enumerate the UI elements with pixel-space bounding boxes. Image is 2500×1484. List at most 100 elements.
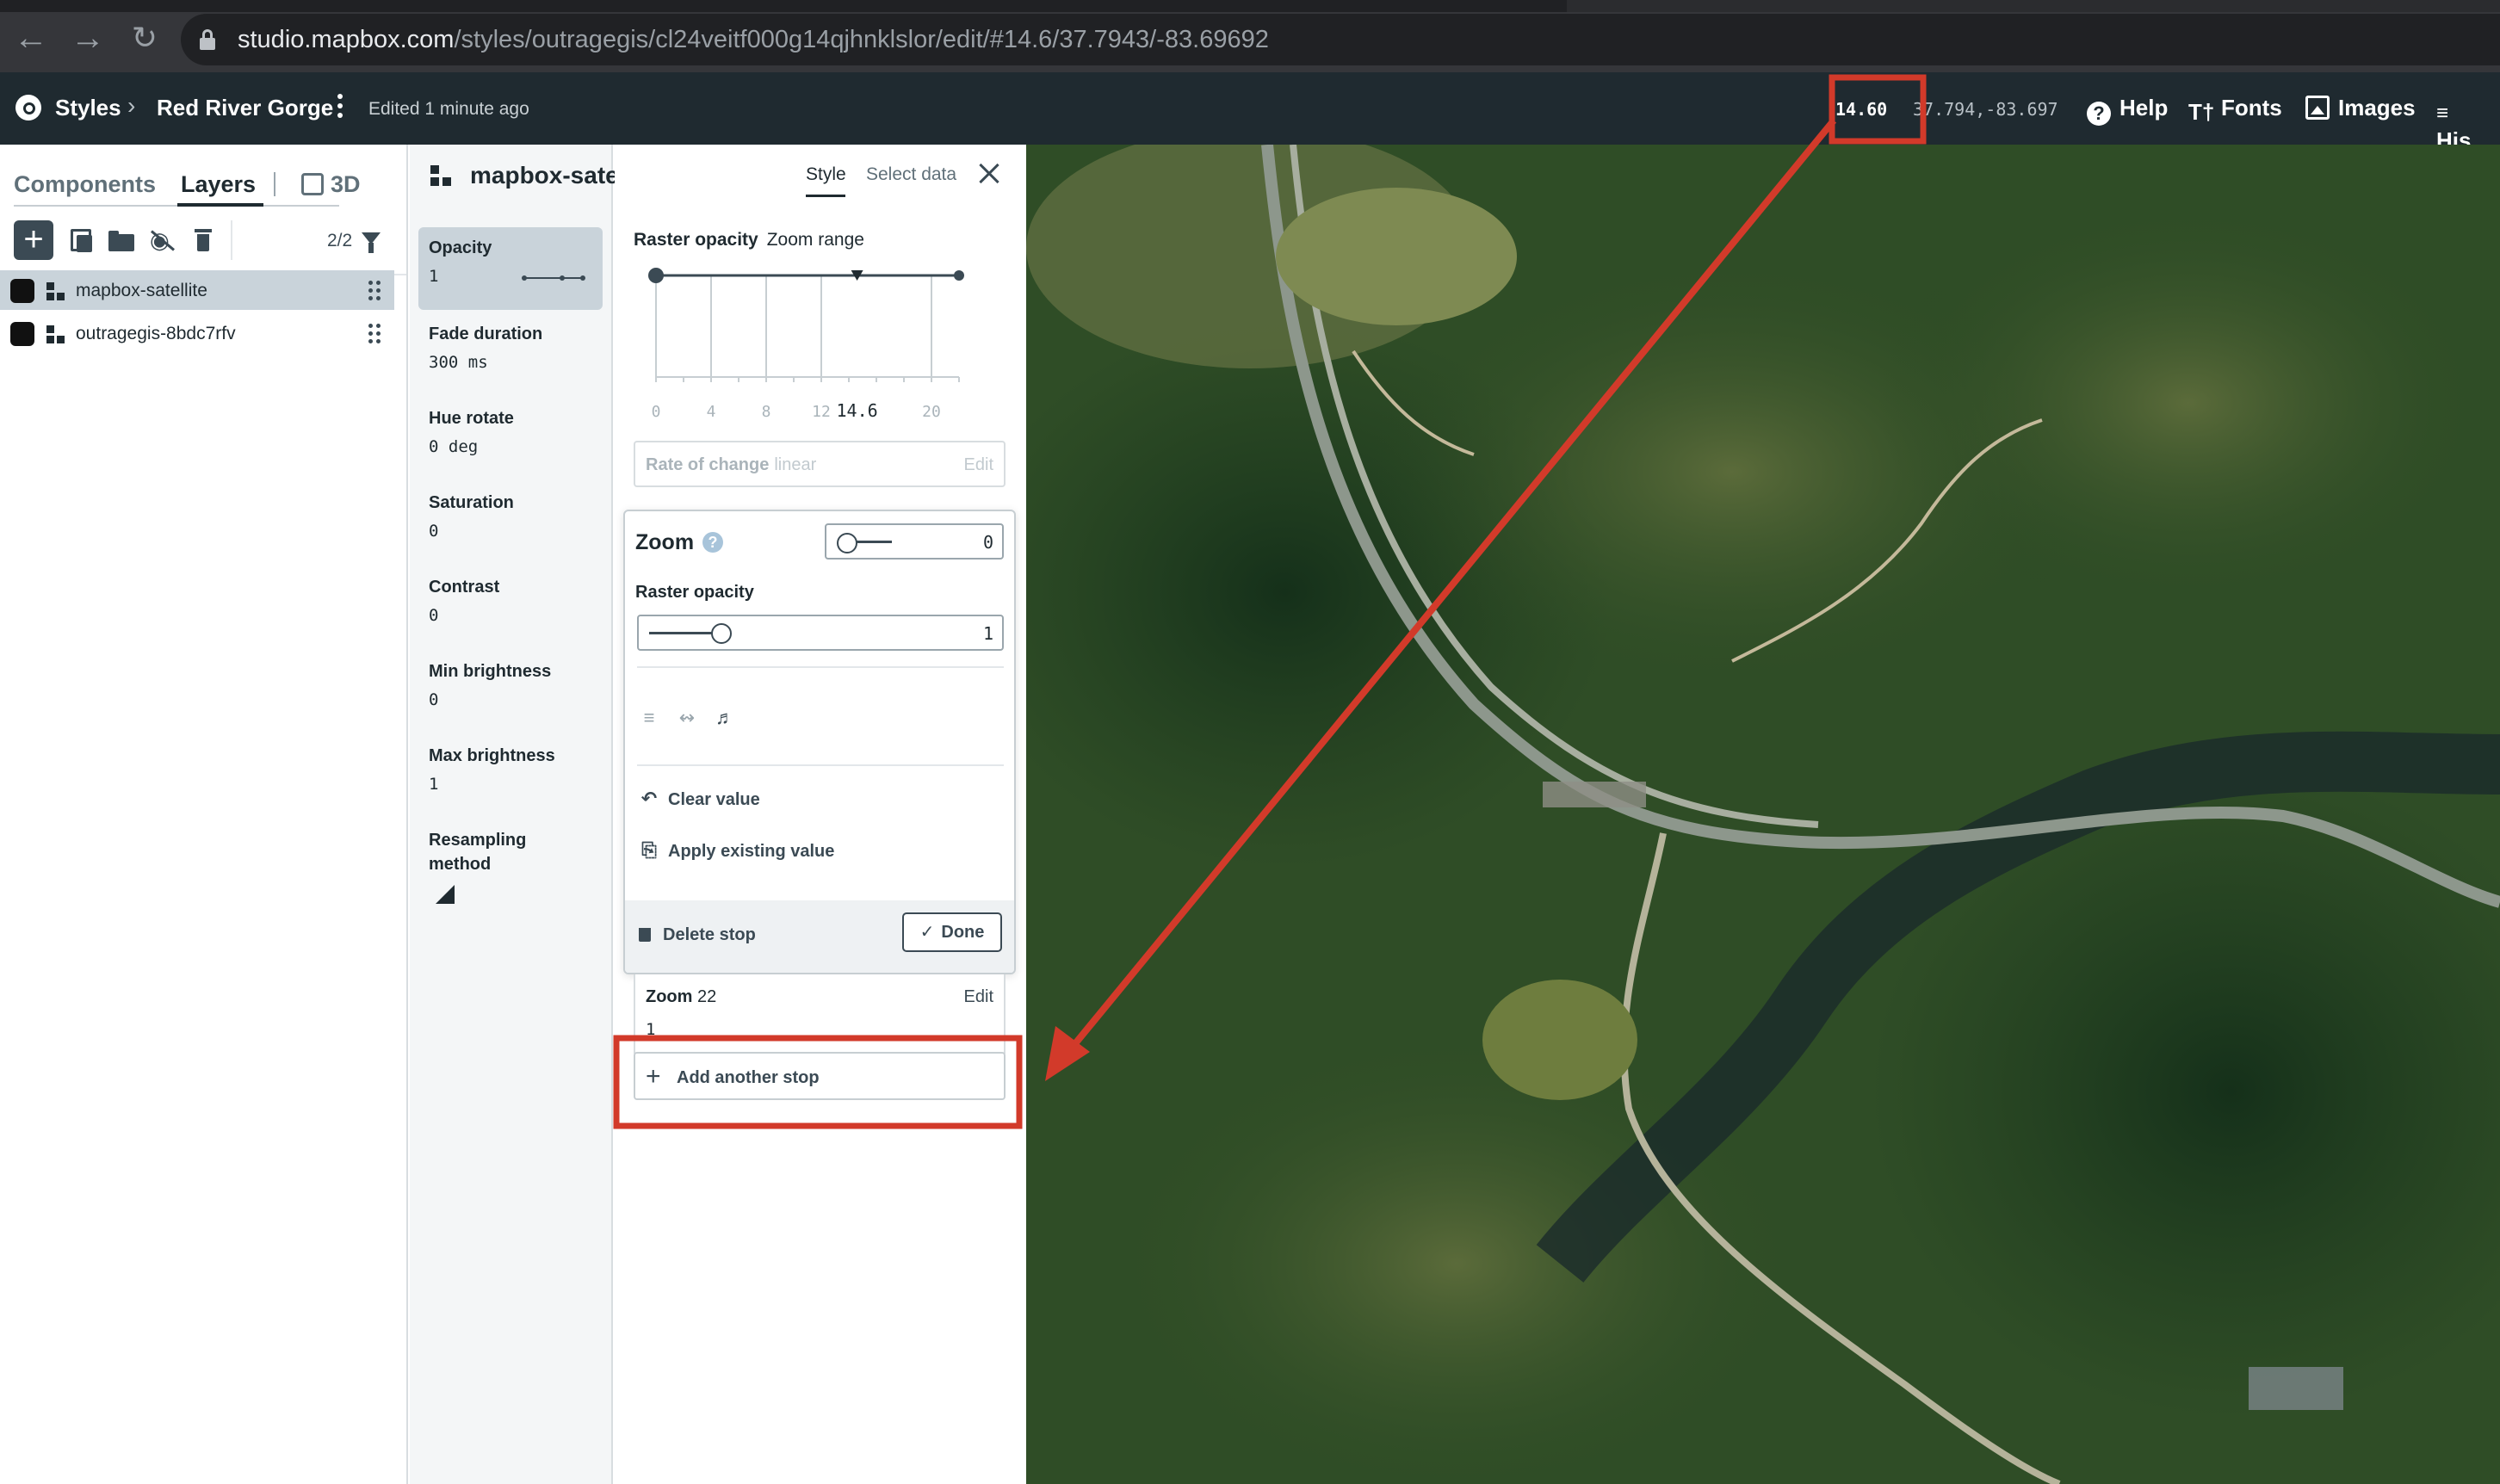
help-label: Help <box>2119 95 2169 121</box>
layer-color-swatch <box>10 322 34 346</box>
layer-row[interactable]: mapbox-satellite <box>0 270 394 310</box>
property-label: Fade duration <box>429 325 543 343</box>
trash-icon[interactable] <box>191 229 217 251</box>
property-contrast[interactable]: Contrast 0 <box>418 566 603 637</box>
delete-stop-button[interactable]: Delete stop <box>639 923 756 947</box>
filter-icon[interactable] <box>362 232 381 253</box>
layer-row[interactable]: outragegis-8bdc7rfv <box>0 313 394 353</box>
breadcrumb-styles[interactable]: Styles <box>55 93 121 122</box>
tab-3d[interactable]: 3D <box>301 169 361 200</box>
property-fade-duration[interactable]: Fade duration 300 ms <box>418 313 603 384</box>
duplicate-icon[interactable] <box>69 229 95 252</box>
url-domain: studio.mapbox.com <box>238 26 455 53</box>
list-mode-icon[interactable]: ≡ <box>637 706 661 730</box>
layer-count: 2/2 <box>327 231 353 250</box>
slider-thumb[interactable] <box>711 623 732 644</box>
property-resampling-method[interactable]: Resampling method <box>418 819 573 912</box>
rate-edit-link[interactable]: Edit <box>964 453 993 477</box>
zoom-range-chart[interactable]: 0 4 8 12 20 14.6 <box>646 258 990 430</box>
divider <box>637 764 1004 766</box>
stop-zoom-label: Zoom <box>635 530 695 554</box>
stop-value-label: Raster opacity <box>635 583 754 602</box>
back-arrow-icon[interactable]: ← <box>10 17 52 59</box>
chart-tick-label: 20 <box>922 403 941 421</box>
chevron-right-icon: › <box>127 92 136 119</box>
edited-status: Edited 1 minute ago <box>368 99 529 119</box>
delete-stop-label: Delete stop <box>663 925 756 944</box>
layer-name: mapbox-satellite <box>76 281 207 300</box>
data-mode-icon[interactable]: ↭ <box>675 706 699 730</box>
property-max-brightness[interactable]: Max brightness 1 <box>418 735 603 806</box>
property-value: 0 <box>429 606 439 625</box>
forward-arrow-icon[interactable]: → <box>67 17 108 59</box>
cube-icon <box>301 173 324 195</box>
tab-select-data[interactable]: Select data <box>866 162 956 188</box>
clear-value-label: Clear value <box>668 790 760 809</box>
zoom-stop-marker[interactable] <box>648 268 664 283</box>
drag-handle-icon[interactable] <box>368 322 382 346</box>
fonts-button[interactable]: T† Fonts <box>2188 93 2282 124</box>
lock-icon[interactable] <box>200 29 215 50</box>
chart-tick-label: 0 <box>652 403 661 421</box>
apply-existing-button[interactable]: ⎘ Apply existing value <box>639 838 834 863</box>
slider-thumb[interactable] <box>837 533 857 553</box>
url-text[interactable]: studio.mapbox.com/styles/outragegis/cl24… <box>238 22 1269 57</box>
opacity-slider-input[interactable]: 1 <box>637 615 1004 651</box>
property-min-brightness[interactable]: Min brightness 0 <box>418 651 603 721</box>
hide-layer-icon[interactable]: ◉ <box>150 229 176 251</box>
zoom-slider-input[interactable]: 0 <box>825 523 1004 560</box>
tab-components[interactable]: Components <box>14 169 156 200</box>
property-hue-rotate[interactable]: Hue rotate 0 deg <box>418 398 603 468</box>
coordinates-readout: 37.794,-83.697 <box>1913 99 2058 120</box>
layer-color-swatch <box>10 279 34 303</box>
chart-tick-label: 12 <box>812 403 831 421</box>
done-button[interactable]: ✓ Done <box>902 912 1002 952</box>
raster-layer-icon <box>430 165 453 188</box>
property-value: 1 <box>429 775 439 794</box>
apply-existing-label: Apply existing value <box>668 842 835 861</box>
tab-layers[interactable]: Layers <box>181 169 256 200</box>
zoom-stop-marker[interactable] <box>954 270 964 281</box>
tab-style[interactable]: Style <box>806 162 846 188</box>
heading-property: Raster opacity <box>634 230 758 250</box>
property-saturation[interactable]: Saturation 0 <box>418 482 603 553</box>
property-opacity[interactable]: Opacity 1 <box>418 227 603 310</box>
help-icon[interactable]: ? <box>702 532 723 553</box>
raster-layer-icon <box>46 325 65 344</box>
chart-tick-label: 8 <box>762 403 771 421</box>
rate-of-change-field[interactable]: Rate of change linear Edit <box>634 441 1006 487</box>
satellite-map[interactable] <box>1026 145 2500 1484</box>
stop-row-zoom: 22 <box>697 987 717 1006</box>
style-name[interactable]: Red River Gorge <box>157 93 333 122</box>
drag-handle-icon[interactable] <box>368 279 382 303</box>
stop-edit-link[interactable]: Edit <box>964 985 993 1009</box>
clear-value-button[interactable]: ↶ Clear value <box>639 787 760 812</box>
property-value: 0 <box>429 522 439 541</box>
layer-toolbar: + ◉ 2/2 <box>0 210 406 275</box>
chart-grid <box>655 275 960 382</box>
help-button[interactable]: ? Help <box>2087 93 2168 126</box>
fonts-icon: T† <box>2188 99 2215 125</box>
zoom-mode-icon[interactable]: ♬ <box>713 706 737 730</box>
stop-row-value: 1 <box>646 1020 656 1039</box>
property-label: Min brightness <box>429 662 552 681</box>
done-label: Done <box>941 923 985 942</box>
property-label: Opacity <box>429 238 492 257</box>
reload-icon[interactable]: ↻ <box>124 17 165 59</box>
satellite-imagery <box>1026 145 2500 1484</box>
style-menu-icon[interactable] <box>334 91 346 124</box>
zoom-stop-row[interactable]: Zoom 22 Edit 1 <box>634 974 1006 1054</box>
stop-row-zoom-word: Zoom <box>646 987 693 1006</box>
stop-row-label: Zoom 22 <box>646 985 716 1009</box>
raster-layer-icon <box>46 282 65 301</box>
folder-icon[interactable] <box>108 229 134 251</box>
mapbox-logo-icon[interactable] <box>15 95 41 121</box>
layer-name: outragegis-8bdc7rfv <box>76 324 236 343</box>
images-button[interactable]: Images <box>2305 93 2416 122</box>
close-icon[interactable] <box>975 158 1006 189</box>
chart-current-zoom-label: 14.6 <box>837 400 878 421</box>
rate-label-text: Rate of change <box>646 455 770 474</box>
add-another-stop-button[interactable]: + Add another stop <box>634 1052 1006 1100</box>
add-layer-button[interactable]: + <box>14 220 53 260</box>
property-value: 0 <box>429 690 439 709</box>
